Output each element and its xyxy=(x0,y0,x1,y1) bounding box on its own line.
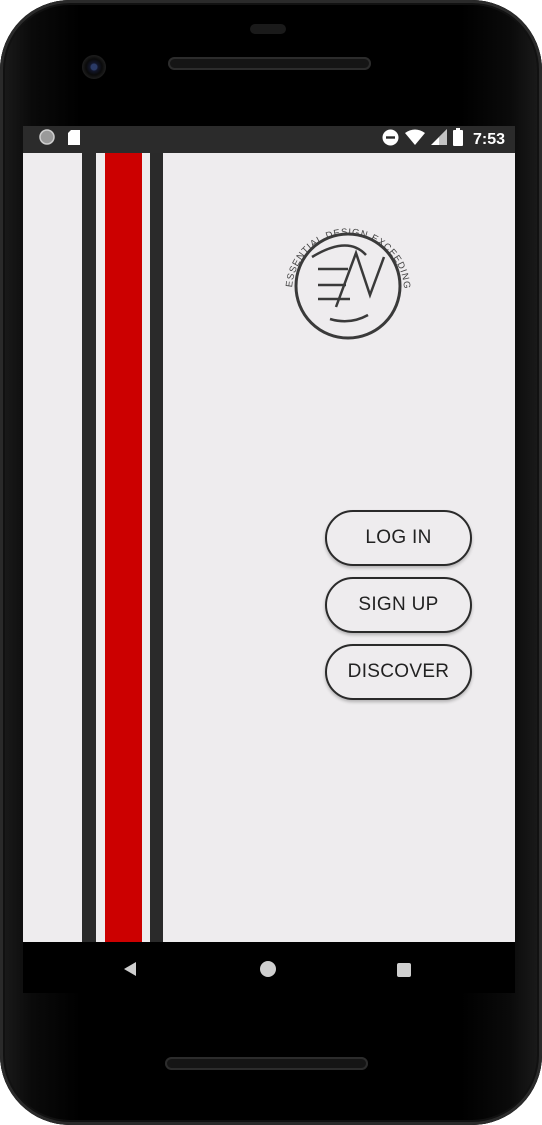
brand-logo: ESSENTIAL DESIGN EXCEEDING NORMALITY xyxy=(274,199,416,345)
screen: 7:53 ESSENTIAL DESIGN EXCEEDING NORMALIT… xyxy=(23,126,515,993)
status-bar: 7:53 xyxy=(23,126,515,153)
back-icon[interactable] xyxy=(124,962,136,976)
signup-button[interactable]: SIGN UP xyxy=(325,577,472,633)
bottom-speaker xyxy=(165,1057,368,1070)
stripe-red xyxy=(105,153,142,942)
stripe-dark-left xyxy=(82,153,96,942)
signal-icon xyxy=(430,129,447,150)
earpiece xyxy=(250,24,286,34)
top-speaker xyxy=(168,57,371,70)
status-time: 7:53 xyxy=(472,130,505,148)
discover-button[interactable]: DISCOVER xyxy=(325,644,472,700)
do-not-disturb-icon xyxy=(382,129,399,151)
sd-card-icon xyxy=(67,129,81,151)
recents-icon[interactable] xyxy=(397,963,411,977)
login-button[interactable]: LOG IN xyxy=(325,510,472,566)
front-camera xyxy=(82,55,106,79)
phone-frame: 7:53 ESSENTIAL DESIGN EXCEEDING NORMALIT… xyxy=(0,0,542,1125)
navigation-bar xyxy=(23,942,515,993)
wifi-icon xyxy=(404,129,425,150)
home-icon[interactable] xyxy=(260,961,276,977)
battery-icon xyxy=(452,128,463,151)
stripe-dark-right xyxy=(150,153,163,942)
landing-screen: ESSENTIAL DESIGN EXCEEDING NORMALITY LOG… xyxy=(23,153,515,942)
notification-dot-icon xyxy=(39,129,55,150)
